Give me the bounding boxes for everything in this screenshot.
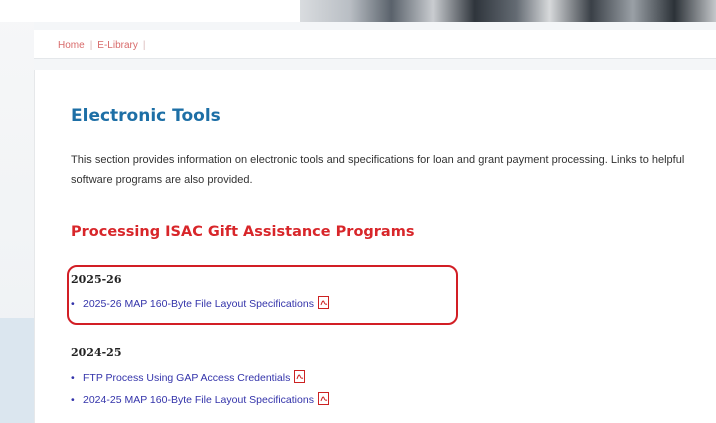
breadcrumb-elibrary[interactable]: E-Library [97,40,138,51]
page-title: Electronic Tools [71,106,221,126]
breadcrumb-bar: Home | E-Library | [34,30,716,59]
year-heading-2024-25: 2024-25 [71,346,122,359]
file-list-2024-25: • FTP Process Using GAP Access Credential… [71,367,329,411]
section-title: Processing ISAC Gift Assistance Programs [71,224,415,240]
pdf-icon[interactable] [294,370,306,383]
breadcrumb-home[interactable]: Home [58,40,85,51]
pdf-icon[interactable] [317,392,329,405]
file-link-map-2024-25[interactable]: 2024-25 MAP 160-Byte File Layout Specifi… [83,394,314,406]
content-panel: Electronic Tools This section provides i… [34,70,716,423]
intro-text: This section provides information on ele… [71,154,685,186]
list-item: • 2024-25 MAP 160-Byte File Layout Specif… [71,389,329,411]
breadcrumb-separator: | [142,40,146,51]
highlight-annotation [67,265,458,325]
breadcrumb-separator: | [89,40,93,51]
bullet-icon: • [71,394,75,406]
header-banner [0,0,716,22]
banner-photo [300,0,716,22]
file-link-ftp-process[interactable]: FTP Process Using GAP Access Credentials [83,372,290,384]
breadcrumb: Home | E-Library | [58,40,150,51]
list-item: • FTP Process Using GAP Access Credential… [71,367,329,389]
left-decoration [0,318,34,423]
bullet-icon: • [71,372,75,384]
